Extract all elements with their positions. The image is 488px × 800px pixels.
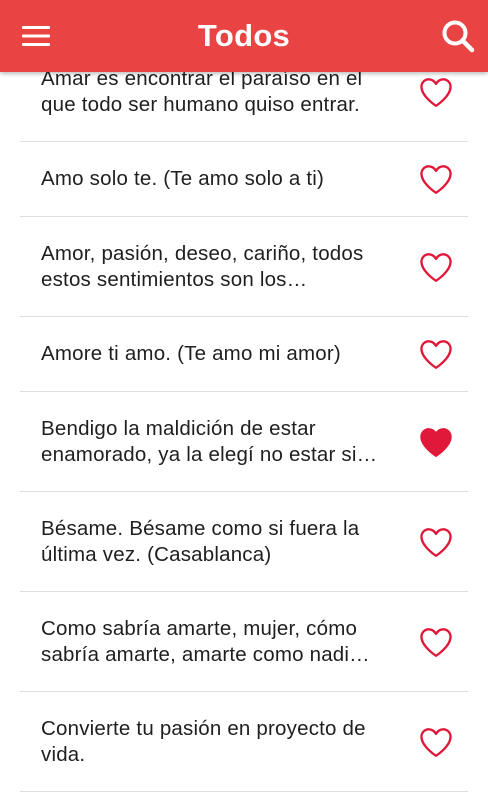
quote-list: Amar es encontrar el paraíso en el que t… xyxy=(0,42,488,792)
heart-outline-icon[interactable] xyxy=(416,334,456,374)
hamburger-menu-icon[interactable] xyxy=(12,16,60,56)
heart-outline-icon[interactable] xyxy=(416,722,456,762)
quote-text: Como sabría amarte, mujer, cómo sabría a… xyxy=(41,616,370,666)
list-item[interactable]: Amo solo te. (Te amo solo a ti) xyxy=(20,142,468,217)
quote-text: Amo solo te. (Te amo solo a ti) xyxy=(41,167,325,190)
list-item[interactable]: Amore ti amo. (Te amo mi amor) xyxy=(20,317,468,392)
app-screen: Amar es encontrar el paraíso en el que t… xyxy=(0,0,488,800)
app-bar: Todos xyxy=(0,0,488,72)
heart-outline-icon[interactable] xyxy=(416,522,456,562)
heart-outline-icon[interactable] xyxy=(416,159,456,199)
quote-text: Bésame. Bésame como si fuera la última v… xyxy=(41,516,360,566)
search-icon[interactable] xyxy=(436,14,480,58)
heart-outline-icon[interactable] xyxy=(416,622,456,662)
list-item[interactable]: Como sabría amarte, mujer, cómo sabría a… xyxy=(20,592,468,692)
quote-text: Amar es encontrar el paraíso en el que t… xyxy=(41,66,363,116)
list-item[interactable]: Convierte tu pasión en proyecto de vida. xyxy=(20,692,468,792)
quote-text: Amore ti amo. (Te amo mi amor) xyxy=(41,342,341,365)
page-title: Todos xyxy=(197,18,291,53)
list-item[interactable]: Bendigo la maldición de estar enamorado,… xyxy=(20,392,468,492)
heart-outline-icon[interactable] xyxy=(416,72,456,112)
quote-text: Bendigo la maldición de estar enamorado,… xyxy=(41,416,378,466)
heart-filled-icon[interactable] xyxy=(416,422,456,462)
list-item[interactable]: Bésame. Bésame como si fuera la última v… xyxy=(20,492,468,592)
list-item[interactable]: Amor, pasión, deseo, cariño, todos estos… xyxy=(20,217,468,317)
quote-text: Amor, pasión, deseo, cariño, todos estos… xyxy=(41,241,364,291)
heart-outline-icon[interactable] xyxy=(416,247,456,287)
quote-text: Convierte tu pasión en proyecto de vida. xyxy=(41,716,366,766)
